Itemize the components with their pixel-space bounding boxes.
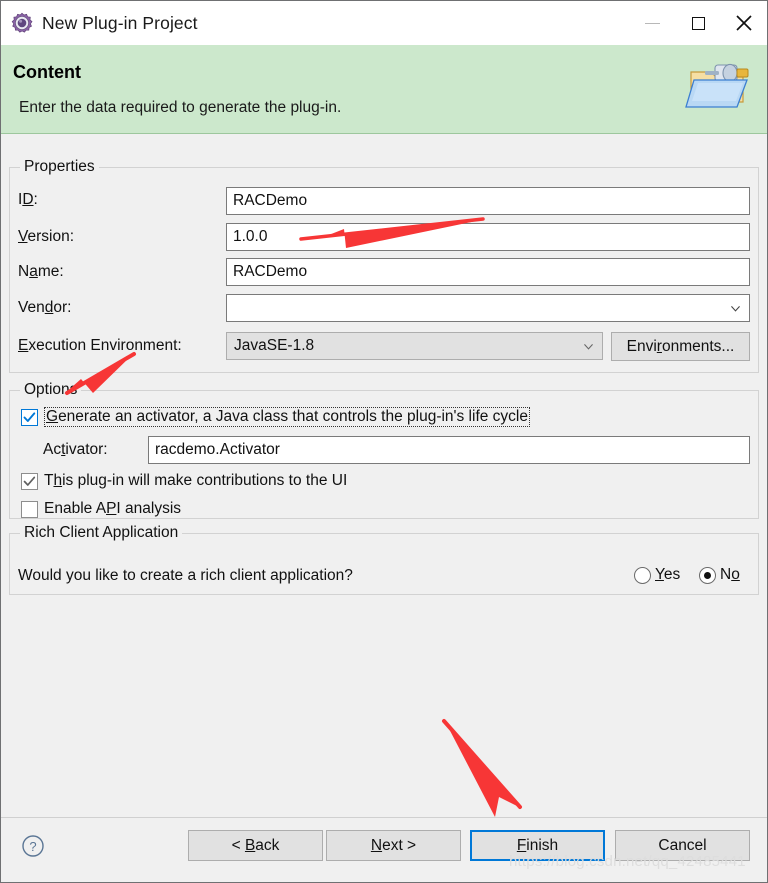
ui-contributions-label: This plug-in will make contributions to … bbox=[44, 472, 348, 489]
name-input[interactable] bbox=[226, 258, 750, 286]
watermark-text: https://blog.csdn.net/qq_42485441 bbox=[509, 853, 746, 870]
api-analysis-label: Enable API analysis bbox=[44, 500, 182, 517]
execution-environment-label: Execution Environment: bbox=[18, 337, 182, 354]
maximize-icon bbox=[691, 16, 705, 30]
help-question-icon[interactable]: ? bbox=[21, 834, 45, 858]
environments-button[interactable]: Environments... bbox=[611, 332, 750, 361]
close-icon bbox=[736, 15, 752, 31]
execution-environment-value: JavaSE-1.8 bbox=[234, 337, 315, 354]
title-bar: New Plug-in Project bbox=[1, 1, 767, 45]
wizard-banner: Content Enter the data required to gener… bbox=[1, 45, 767, 134]
api-analysis-checkbox-row[interactable]: Enable API analysis bbox=[21, 500, 181, 518]
close-button[interactable] bbox=[721, 1, 767, 45]
name-label: Name: bbox=[18, 263, 64, 280]
check-icon bbox=[23, 411, 36, 422]
svg-text:?: ? bbox=[29, 839, 36, 854]
finish-button-label: Finish bbox=[516, 836, 559, 854]
check-icon bbox=[23, 476, 36, 486]
window-controls bbox=[629, 1, 767, 45]
maximize-button[interactable] bbox=[675, 1, 721, 45]
ui-contributions-checkbox[interactable] bbox=[21, 472, 38, 490]
version-label: Version: bbox=[18, 228, 75, 245]
rich-client-no-radio-row[interactable]: No bbox=[699, 566, 740, 584]
rich-client-yes-radio-row[interactable]: Yes bbox=[634, 566, 680, 584]
annotation-arrow-finish bbox=[442, 719, 522, 817]
rich-client-yes-label: Yes bbox=[655, 566, 681, 583]
vendor-combo[interactable] bbox=[226, 294, 750, 322]
generate-activator-checkbox[interactable] bbox=[21, 408, 38, 426]
generate-activator-checkbox-row[interactable]: Generate an activator, a Java class that… bbox=[21, 407, 530, 427]
new-plugin-project-dialog: New Plug-in Project Content Enter the da… bbox=[0, 0, 768, 883]
plugin-gear-icon bbox=[11, 12, 33, 34]
id-label: ID: bbox=[18, 191, 38, 208]
next-button-label: Next > bbox=[370, 836, 417, 854]
properties-group-title: Properties bbox=[20, 158, 99, 176]
banner-title: Content bbox=[13, 62, 81, 82]
api-analysis-checkbox[interactable] bbox=[21, 500, 38, 518]
cancel-button-label: Cancel bbox=[658, 836, 707, 854]
rich-client-group-title: Rich Client Application bbox=[20, 524, 183, 542]
back-button[interactable]: < Back bbox=[188, 830, 323, 861]
activator-input[interactable] bbox=[148, 436, 750, 464]
window-title: New Plug-in Project bbox=[42, 12, 198, 33]
version-input[interactable] bbox=[226, 223, 750, 251]
rich-client-no-radio[interactable] bbox=[699, 566, 716, 584]
plugin-folder-icon bbox=[685, 56, 759, 120]
rich-client-yes-radio[interactable] bbox=[634, 566, 651, 584]
ui-contributions-checkbox-row[interactable]: This plug-in will make contributions to … bbox=[21, 472, 347, 490]
rich-client-question: Would you like to create a rich client a… bbox=[18, 567, 353, 584]
rich-client-no-label: No bbox=[720, 566, 740, 583]
minimize-button[interactable] bbox=[629, 1, 675, 45]
activator-label: Activator: bbox=[43, 441, 108, 458]
generate-activator-label: Generate an activator, a Java class that… bbox=[44, 407, 530, 427]
minimize-icon bbox=[644, 22, 660, 24]
next-button[interactable]: Next > bbox=[326, 830, 461, 861]
rich-client-group: Rich Client Application bbox=[9, 524, 759, 595]
environments-button-label: Environments... bbox=[626, 337, 735, 355]
options-group-title: Options bbox=[20, 381, 82, 399]
execution-environment-combo[interactable]: JavaSE-1.8 bbox=[226, 332, 603, 360]
chevron-down-icon bbox=[584, 343, 593, 350]
back-button-label: < Back bbox=[231, 836, 280, 854]
id-input[interactable] bbox=[226, 187, 750, 215]
footer-separator bbox=[1, 817, 767, 818]
chevron-down-icon bbox=[731, 305, 740, 312]
banner-description: Enter the data required to generate the … bbox=[19, 99, 342, 116]
vendor-label: Vendor: bbox=[18, 299, 72, 316]
